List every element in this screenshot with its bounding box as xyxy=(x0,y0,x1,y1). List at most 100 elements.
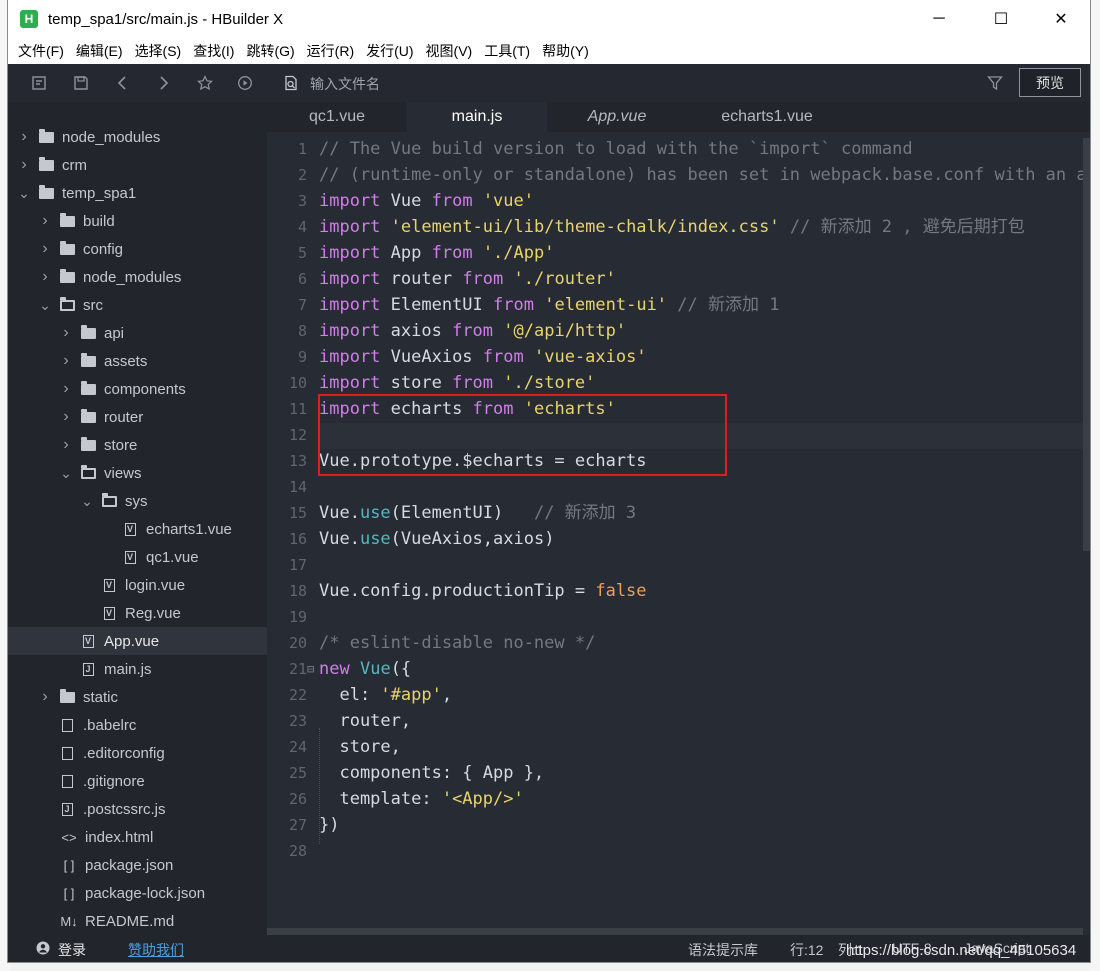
chevron-right-icon[interactable]: › xyxy=(39,268,51,286)
tree-item[interactable]: ⌄ temp_spa1 xyxy=(8,179,267,207)
tree-item[interactable]: › router xyxy=(8,403,267,431)
chevron-right-icon[interactable]: › xyxy=(18,128,30,146)
code-line[interactable]: 14 xyxy=(267,474,1090,500)
star-icon[interactable] xyxy=(194,72,216,94)
chevron-down-icon[interactable]: ⌄ xyxy=(39,297,51,314)
syntax-lib-label[interactable]: 语法提示库 xyxy=(688,940,758,960)
filter-icon[interactable] xyxy=(984,72,1006,94)
tree-item[interactable]: ⌄ src xyxy=(8,291,267,319)
editor-tab[interactable]: echarts1.vue xyxy=(687,102,847,132)
tree-item[interactable]: .editorconfig xyxy=(8,739,267,767)
file-search-input[interactable] xyxy=(308,73,712,95)
menu-item[interactable]: 工具(T) xyxy=(484,41,530,61)
tree-item[interactable]: › api xyxy=(8,319,267,347)
preview-button[interactable]: 预览 xyxy=(1019,68,1081,97)
code-line[interactable]: 2 // (runtime-only or standalone) has bee… xyxy=(267,162,1090,188)
menu-item[interactable]: 帮助(Y) xyxy=(542,41,589,61)
run-icon[interactable] xyxy=(234,72,256,94)
menu-item[interactable]: 文件(F) xyxy=(18,41,64,61)
editor-tab[interactable]: qc1.vue xyxy=(267,102,407,132)
code-line[interactable]: 10 import store from './store' xyxy=(267,370,1090,396)
tree-item[interactable]: ⌄ sys xyxy=(8,487,267,515)
chevron-right-icon[interactable]: › xyxy=(39,212,51,230)
back-icon[interactable] xyxy=(112,72,134,94)
maximize-button[interactable]: ☐ xyxy=(972,0,1030,38)
code-line[interactable]: 25 components: { App }, xyxy=(267,760,1090,786)
chevron-down-icon[interactable]: ⌄ xyxy=(81,493,93,510)
code-line[interactable]: 16 Vue.use(VueAxios,axios) xyxy=(267,526,1090,552)
tree-item[interactable]: .babelrc xyxy=(8,711,267,739)
code-line[interactable]: 7 import ElementUI from 'element-ui' // 新… xyxy=(267,292,1090,318)
tree-item[interactable]: V Reg.vue xyxy=(8,599,267,627)
tree-item[interactable]: [ ] package-lock.json xyxy=(8,879,267,907)
forward-icon[interactable] xyxy=(152,72,174,94)
tree-item[interactable]: › components xyxy=(8,375,267,403)
code-line[interactable]: 19 xyxy=(267,604,1090,630)
tree-item[interactable]: M↓ README.md xyxy=(8,907,267,935)
editor-tab[interactable]: main.js xyxy=(407,102,547,132)
code-line[interactable]: 21 ⊟ new Vue({ xyxy=(267,656,1090,682)
vertical-scrollbar[interactable] xyxy=(1083,138,1090,551)
file-search-icon[interactable] xyxy=(280,72,302,94)
code-line[interactable]: 24 store, xyxy=(267,734,1090,760)
code-line[interactable]: 26 template: '<App/>' xyxy=(267,786,1090,812)
code-editor[interactable]: qc1.vue main.js App.vue echarts1.vue 1 // Th… xyxy=(267,102,1090,935)
tree-item[interactable]: › config xyxy=(8,235,267,263)
chevron-right-icon[interactable]: › xyxy=(60,324,72,342)
chevron-right-icon[interactable]: › xyxy=(60,408,72,426)
tree-item[interactable]: V App.vue xyxy=(8,627,267,655)
menu-item[interactable]: 查找(I) xyxy=(193,41,234,61)
code-line[interactable]: 27}) xyxy=(267,812,1090,838)
chevron-right-icon[interactable]: › xyxy=(39,688,51,706)
user-icon[interactable] xyxy=(36,940,50,956)
tree-item[interactable]: › static xyxy=(8,683,267,711)
chevron-right-icon[interactable]: › xyxy=(39,240,51,258)
code-line[interactable]: 6 import router from './router' xyxy=(267,266,1090,292)
save-icon[interactable] xyxy=(70,72,92,94)
editor-tab[interactable]: App.vue xyxy=(547,102,687,132)
code-line[interactable]: 20 /* eslint-disable no-new */ xyxy=(267,630,1090,656)
code-line[interactable]: 22 el: '#app', xyxy=(267,682,1090,708)
tree-item[interactable]: Vlogin.vue xyxy=(8,571,267,599)
chevron-right-icon[interactable]: › xyxy=(60,436,72,454)
tree-item[interactable]: J .postcssrc.js xyxy=(8,795,267,823)
tree-item[interactable]: .gitignore xyxy=(8,767,267,795)
minimize-button[interactable]: ─ xyxy=(910,0,968,38)
tree-item[interactable]: <> index.html xyxy=(8,823,267,851)
tree-item[interactable]: Jmain.js xyxy=(8,655,267,683)
tree-item[interactable]: › crm xyxy=(8,151,267,179)
tree-item[interactable]: › build xyxy=(8,207,267,235)
tree-item[interactable]: Vqc1.vue xyxy=(8,543,267,571)
code-line[interactable]: 18 Vue.config.productionTip = false xyxy=(267,578,1090,604)
menu-item[interactable]: 运行(R) xyxy=(307,41,354,61)
code-line[interactable]: 1 // The Vue build version to load with t… xyxy=(267,136,1090,162)
code-line[interactable]: 8 import axios from '@/api/http' xyxy=(267,318,1090,344)
code-line[interactable]: 15 Vue.use(ElementUI) // 新添加 3 xyxy=(267,500,1090,526)
tree-item[interactable]: [ ] package.json xyxy=(8,851,267,879)
horizontal-scrollbar[interactable] xyxy=(267,928,1083,935)
chevron-down-icon[interactable]: ⌄ xyxy=(60,465,72,482)
code-line[interactable]: 17 xyxy=(267,552,1090,578)
new-file-icon[interactable] xyxy=(28,72,50,94)
code-line[interactable]: 23 router, xyxy=(267,708,1090,734)
chevron-right-icon[interactable]: › xyxy=(60,352,72,370)
sponsor-link[interactable]: 赞助我们 xyxy=(128,940,184,960)
chevron-right-icon[interactable]: › xyxy=(18,156,30,174)
tree-item[interactable]: ⌄ views xyxy=(8,459,267,487)
chevron-right-icon[interactable]: › xyxy=(60,380,72,398)
code-line[interactable]: 9 import VueAxios from 'vue-axios' xyxy=(267,344,1090,370)
close-button[interactable]: ✕ xyxy=(1032,0,1090,38)
tree-item[interactable]: Vecharts1.vue xyxy=(8,515,267,543)
login-link[interactable]: 登录 xyxy=(58,940,86,960)
tree-item[interactable]: › node_modules xyxy=(8,123,267,151)
menu-item[interactable]: 编辑(E) xyxy=(76,41,123,61)
tree-item[interactable]: › assets xyxy=(8,347,267,375)
code-line[interactable]: 4 import 'element-ui/lib/theme-chalk/inde… xyxy=(267,214,1090,240)
code-line[interactable]: 3 import Vue from 'vue' xyxy=(267,188,1090,214)
menu-item[interactable]: 跳转(G) xyxy=(246,41,294,61)
menu-item[interactable]: 发行(U) xyxy=(366,41,413,61)
menu-item[interactable]: 视图(V) xyxy=(426,41,473,61)
menu-item[interactable]: 选择(S) xyxy=(135,41,182,61)
tree-item[interactable]: › store xyxy=(8,431,267,459)
chevron-down-icon[interactable]: ⌄ xyxy=(18,185,30,202)
